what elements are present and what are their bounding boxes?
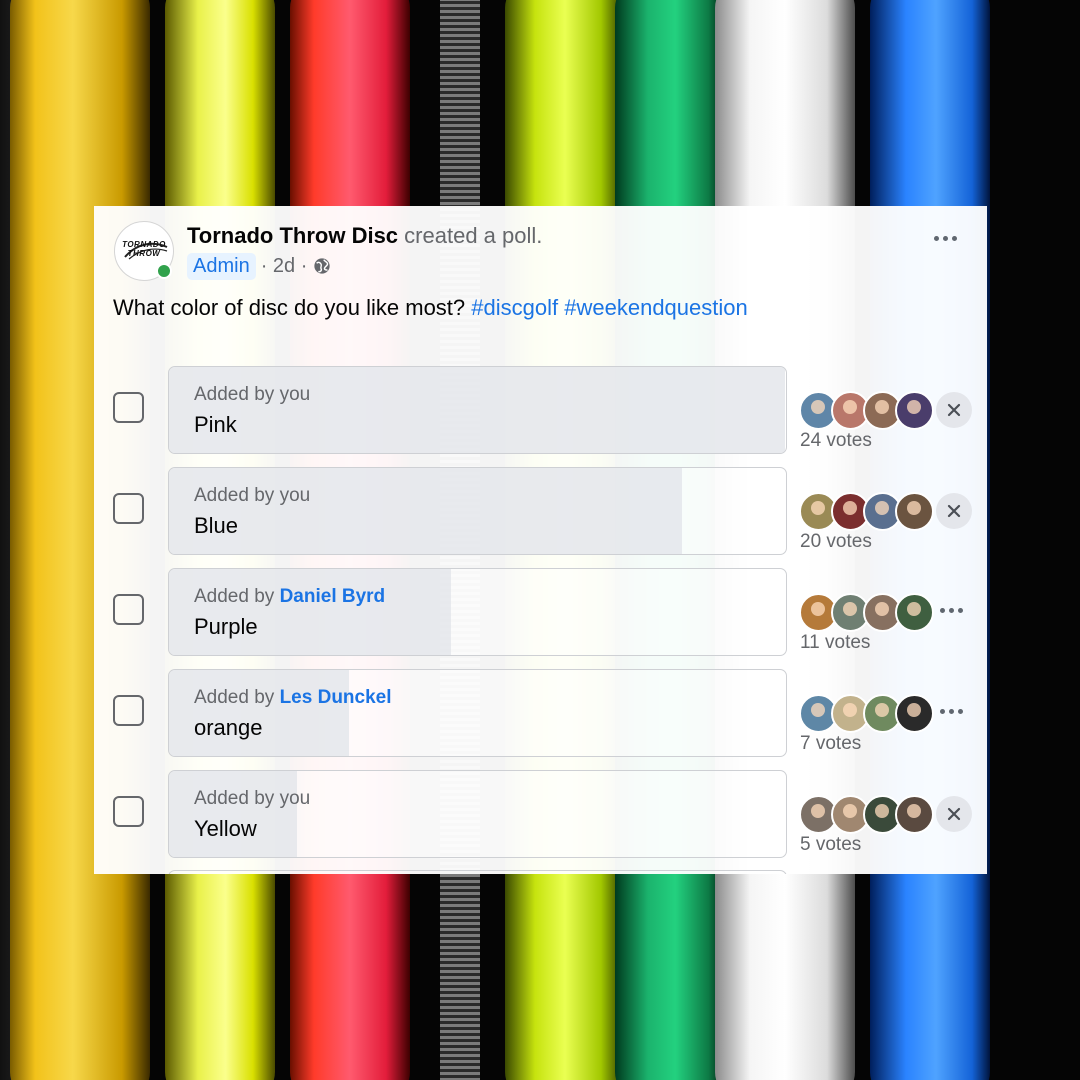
online-status-dot — [156, 263, 172, 279]
admin-badge[interactable]: Admin — [187, 252, 256, 280]
option-bar[interactable]: Added by you Yellow — [168, 770, 787, 858]
remove-option-button[interactable] — [936, 392, 972, 428]
close-icon — [947, 403, 961, 417]
option-added-by: Added by you — [194, 384, 310, 406]
voter-avatar[interactable] — [895, 391, 934, 430]
poll-post-card: TORNADO THROW Tornado Throw Disc created… — [94, 206, 987, 874]
poll-option: Added by Les Dunckel orange 7 votes — [94, 669, 987, 757]
option-added-by: Added by Daniel Byrd — [194, 586, 385, 608]
question-text: What color of disc do you like most? — [113, 295, 466, 320]
globe-icon[interactable] — [313, 257, 331, 275]
poll-option: Added by Daniel Byrd Purple 11 votes — [94, 568, 987, 656]
added-by-prefix: Added by — [194, 485, 275, 506]
option-adder: you — [279, 788, 311, 809]
page-avatar[interactable]: TORNADO THROW — [114, 221, 174, 281]
option-bar[interactable]: Added by you Pink — [168, 366, 787, 454]
voter-avatars[interactable] — [799, 492, 934, 531]
voter-avatar[interactable] — [895, 492, 934, 531]
post-time[interactable]: · 2d · — [261, 255, 308, 278]
option-label: Pink — [194, 412, 237, 437]
voter-avatar[interactable] — [895, 694, 934, 733]
added-by-prefix: Added by — [194, 687, 275, 708]
added-by-prefix: Added by — [194, 788, 275, 809]
option-added-by: Added by you — [194, 788, 310, 810]
option-more-icon[interactable] — [940, 709, 963, 714]
option-vote-fill — [169, 670, 349, 756]
option-checkbox[interactable] — [113, 493, 144, 524]
vote-count[interactable]: 11 votes — [800, 632, 870, 654]
voter-avatar[interactable] — [895, 593, 934, 632]
added-by-prefix: Added by — [194, 384, 275, 405]
post-meta: Admin · 2d · — [187, 251, 331, 281]
voter-avatars[interactable] — [799, 593, 934, 632]
option-bar[interactable]: Added by Les Dunckel orange — [168, 669, 787, 757]
option-adder[interactable]: Les Dunckel — [280, 687, 392, 708]
logo-text-line1: TORNADO — [122, 240, 166, 249]
option-label: orange — [194, 715, 263, 740]
option-vote-fill — [169, 468, 682, 554]
option-bar[interactable]: Added by Daniel Byrd Purple — [168, 568, 787, 656]
option-label: Yellow — [194, 816, 257, 841]
vote-count[interactable]: 24 votes — [800, 430, 872, 452]
close-icon — [947, 807, 961, 821]
option-vote-fill — [169, 771, 297, 857]
option-checkbox[interactable] — [113, 594, 144, 625]
vote-count[interactable]: 5 votes — [800, 834, 861, 856]
vote-count[interactable]: 7 votes — [800, 733, 861, 755]
option-checkbox[interactable] — [113, 392, 144, 423]
option-adder: you — [279, 384, 311, 405]
poll-option-partial[interactable] — [168, 870, 787, 874]
option-label: Blue — [194, 513, 239, 538]
option-vote-fill — [169, 367, 785, 453]
option-added-by: Added by Les Dunckel — [194, 687, 392, 709]
option-vote-fill — [169, 569, 451, 655]
hashtag-discgolf[interactable]: #discgolf — [471, 295, 558, 320]
added-by-prefix: Added by — [194, 586, 275, 607]
poll-option: Added by you Yellow 5 votes — [94, 770, 987, 858]
voter-avatars[interactable] — [799, 694, 934, 733]
option-checkbox[interactable] — [113, 796, 144, 827]
option-checkbox[interactable] — [113, 695, 144, 726]
voter-avatars[interactable] — [799, 795, 934, 834]
hashtag-weekendquestion[interactable]: #weekendquestion — [564, 295, 747, 320]
remove-option-button[interactable] — [936, 796, 972, 832]
option-more-icon[interactable] — [940, 608, 963, 613]
poll-option: Added by you Pink 24 votes — [94, 366, 987, 454]
option-adder: you — [279, 485, 311, 506]
vote-count[interactable]: 20 votes — [800, 531, 872, 553]
post-header: Tornado Throw Disc created a poll. — [187, 223, 542, 249]
logo-text-line2: THROW — [127, 249, 161, 258]
option-bar[interactable]: Added by you Blue — [168, 467, 787, 555]
poll-question: What color of disc do you like most? #di… — [113, 295, 748, 321]
voter-avatars[interactable] — [799, 391, 934, 430]
option-label: Purple — [194, 614, 258, 639]
option-added-by: Added by you — [194, 485, 310, 507]
remove-option-button[interactable] — [936, 493, 972, 529]
option-adder[interactable]: Daniel Byrd — [280, 586, 386, 607]
poll-option: Added by you Blue 20 votes — [94, 467, 987, 555]
author-name[interactable]: Tornado Throw Disc — [187, 223, 398, 248]
close-icon — [947, 504, 961, 518]
post-action: created a poll. — [404, 223, 543, 248]
voter-avatar[interactable] — [895, 795, 934, 834]
post-more-options-icon[interactable] — [934, 236, 957, 241]
